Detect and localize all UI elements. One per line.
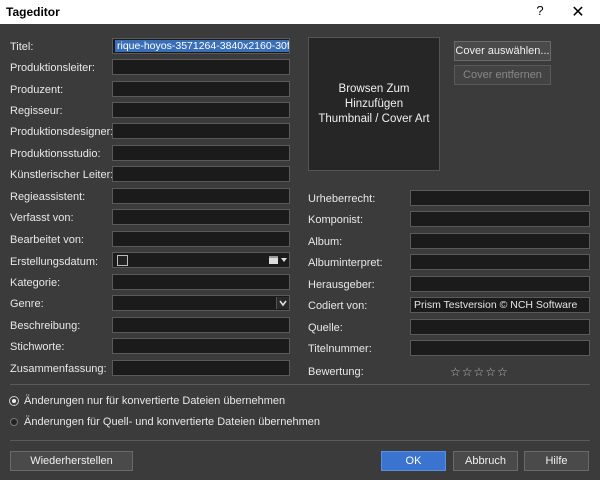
title-input[interactable]: rique-hoyos-3571264-3840x2160-30fps [112, 38, 290, 54]
erstellungsdatum-picker[interactable] [112, 252, 290, 268]
bearbeitet-von-input[interactable] [112, 231, 290, 247]
label-titelnummer: Titelnummer: [308, 343, 372, 355]
cover-placeholder-line2: Thumbnail / Cover Art [318, 112, 430, 125]
label-produktionsdesigner: Produktionsdesigner: [10, 126, 114, 138]
label-regisseur: Regisseur: [10, 105, 63, 117]
produktionsdesigner-input[interactable] [112, 123, 290, 139]
cancel-button[interactable]: Abbruch [453, 451, 518, 471]
label-bearbeitet-von: Bearbeitet von: [10, 234, 84, 246]
titelnummer-input[interactable] [410, 340, 590, 356]
genre-select[interactable] [112, 295, 290, 311]
separator-top [10, 384, 590, 385]
label-produktionsstudio: Produktionsstudio: [10, 148, 101, 160]
calendar-icon[interactable] [269, 256, 278, 264]
herausgeber-input[interactable] [410, 276, 590, 292]
beschreibung-input[interactable] [112, 317, 290, 333]
urheberrecht-input[interactable] [410, 190, 590, 206]
separator-bottom [10, 440, 590, 441]
remove-cover-button[interactable]: Cover entfernen [454, 65, 551, 85]
help-icon[interactable]: ? [530, 3, 550, 21]
label-herausgeber: Herausgeber: [308, 279, 375, 291]
label-produzent: Produzent: [10, 84, 64, 96]
label-komponist: Komponist: [308, 214, 364, 226]
album-input[interactable] [410, 233, 590, 249]
label-regieassistent: Regieassistent: [10, 191, 86, 203]
regisseur-input[interactable] [112, 102, 290, 118]
window-title: Tageditor [6, 5, 60, 19]
regieassistent-input[interactable] [112, 188, 290, 204]
label-genre: Genre: [10, 298, 44, 310]
label-erstellungsdatum: Erstellungsdatum: [10, 256, 99, 268]
star-outline-icon[interactable]: ☆☆☆☆☆ [450, 365, 509, 379]
radio-source-and-converted-label[interactable]: Änderungen für Quell- und konvertierte D… [24, 416, 320, 428]
label-titel: Titel: [10, 41, 34, 53]
codiert-von-input[interactable]: Prism Testversion © NCH Software [410, 297, 590, 313]
label-verfasst-von: Verfasst von: [10, 212, 74, 224]
help-button[interactable]: Hilfe [524, 451, 589, 471]
close-icon[interactable]: ✕ [566, 2, 590, 22]
radio-source-and-converted[interactable] [10, 418, 18, 426]
title-input-value: rique-hoyos-3571264-3840x2160-30fps [115, 40, 289, 52]
choose-cover-button[interactable]: Cover auswählen... [454, 41, 551, 61]
quelle-input[interactable] [410, 319, 590, 335]
kategorie-input[interactable] [112, 274, 290, 290]
label-album: Album: [308, 236, 343, 248]
verfasst-von-input[interactable] [112, 209, 290, 225]
label-quelle: Quelle: [308, 322, 343, 334]
kuenstlerischer-leiter-input[interactable] [112, 166, 290, 182]
restore-button[interactable]: Wiederherstellen [10, 451, 133, 471]
zusammenfassung-input[interactable] [112, 360, 290, 376]
label-stichworte: Stichworte: [10, 341, 65, 353]
label-kategorie: Kategorie: [10, 277, 61, 289]
cover-placeholder-line1: Browsen Zum Hinzufügen [338, 82, 410, 110]
label-beschreibung: Beschreibung: [10, 320, 81, 332]
label-produktionsleiter: Produktionsleiter: [10, 62, 95, 74]
date-dropdown-icon[interactable] [281, 258, 287, 262]
label-albuminterpret: Albuminterpret: [308, 257, 383, 269]
albuminterpret-input[interactable] [410, 254, 590, 270]
radio-converted-only[interactable] [9, 396, 19, 406]
produzent-input[interactable] [112, 81, 290, 97]
radio-converted-only-label[interactable]: Änderungen nur für konvertierte Dateien … [24, 395, 285, 407]
chevron-down-icon[interactable] [276, 297, 289, 309]
label-urheberrecht: Urheberrecht: [308, 193, 376, 205]
ok-button[interactable]: OK [381, 451, 446, 471]
cover-art-dropzone[interactable]: Browsen Zum Hinzufügen Thumbnail / Cover… [308, 37, 440, 171]
title-bar: Tageditor ? ✕ [0, 0, 600, 24]
date-checkbox[interactable] [117, 255, 128, 266]
label-zusammenfassung: Zusammenfassung: [10, 363, 107, 375]
produktionsstudio-input[interactable] [112, 145, 290, 161]
label-kuenstlerischer-leiter: Künstlerischer Leiter: [10, 169, 114, 181]
produktionsleiter-input[interactable] [112, 59, 290, 75]
komponist-input[interactable] [410, 211, 590, 227]
stichworte-input[interactable] [112, 338, 290, 354]
label-bewertung: Bewertung: [308, 366, 364, 378]
label-codiert-von: Codiert von: [308, 300, 368, 312]
